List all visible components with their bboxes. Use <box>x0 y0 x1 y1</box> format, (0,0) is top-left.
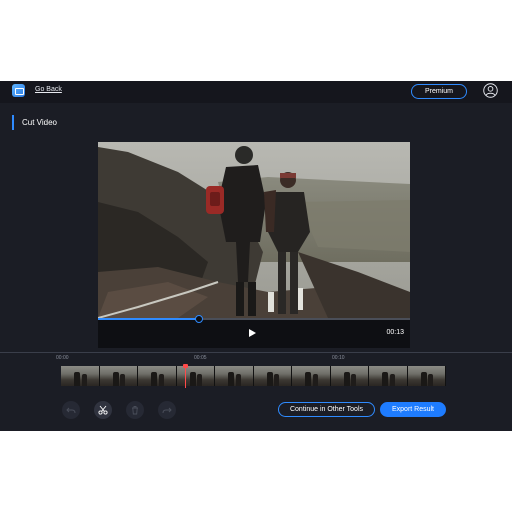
redo-button[interactable] <box>158 401 176 419</box>
redo-icon <box>162 407 172 414</box>
current-time: 00:13 <box>386 329 404 336</box>
timeline-playhead[interactable] <box>185 364 186 388</box>
filmstrip-frame <box>215 366 254 386</box>
scissors-icon <box>98 405 108 415</box>
app-logo-icon[interactable] <box>12 84 25 97</box>
trash-icon <box>132 406 138 415</box>
undo-button[interactable] <box>62 401 80 419</box>
filmstrip-frame <box>61 366 100 386</box>
undo-icon <box>66 407 76 414</box>
progress-fill <box>98 318 198 320</box>
play-icon[interactable] <box>249 329 256 337</box>
filmstrip-frame <box>330 366 369 386</box>
filmstrip-frame <box>99 366 138 386</box>
title-accent-bar <box>12 115 14 130</box>
cut-button[interactable] <box>94 401 112 419</box>
filmstrip-frame <box>369 366 408 386</box>
premium-button[interactable]: Premium <box>411 84 467 99</box>
filmstrip-frame <box>407 366 446 386</box>
player-controls: 00:13 <box>98 315 410 348</box>
top-bar: Go Back Premium <box>0 81 512 103</box>
export-result-button[interactable]: Export Result <box>380 402 446 417</box>
video-preview[interactable] <box>98 142 410 318</box>
filmstrip-frame <box>292 366 331 386</box>
page-title: Cut Video <box>22 118 57 127</box>
filmstrip-frame <box>138 366 177 386</box>
filmstrip-frame <box>176 366 215 386</box>
user-account-icon[interactable] <box>483 83 498 98</box>
go-back-link[interactable]: Go Back <box>35 86 62 93</box>
delete-button[interactable] <box>126 401 144 419</box>
timeline-tick: 00:10 <box>332 355 345 361</box>
video-frame-image <box>98 142 410 318</box>
timeline-filmstrip[interactable] <box>61 366 446 386</box>
continue-in-other-tools-button[interactable]: Continue in Other Tools <box>278 402 375 417</box>
timeline-ruler <box>0 352 512 353</box>
timeline-tick: 00:05 <box>194 355 207 361</box>
filmstrip-frame <box>253 366 292 386</box>
timeline-tick: 00:00 <box>56 355 69 361</box>
progress-handle[interactable] <box>194 315 203 323</box>
video-editor-app: Go Back Premium Cut Video 00:13 00:00 00… <box>0 81 512 431</box>
